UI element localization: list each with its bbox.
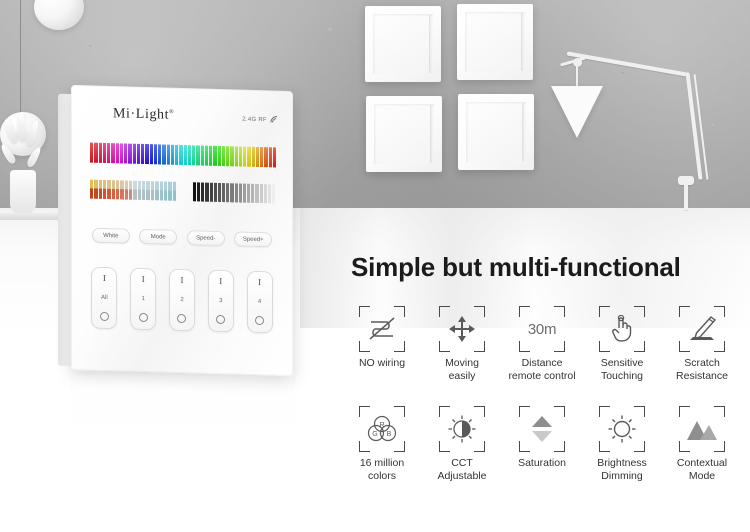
function-button-label: Speed+ — [242, 236, 264, 243]
power-off-icon[interactable] — [99, 311, 109, 322]
cct-slider[interactable] — [90, 179, 176, 201]
brand-logo: Mi·Light® — [113, 106, 174, 124]
feature-item: Moving easily — [422, 306, 502, 382]
saturation-triangles-icon — [525, 412, 559, 446]
zone-button-1[interactable]: I1 — [130, 267, 157, 331]
feature-label: 16 million colors — [359, 457, 405, 482]
power-on-icon[interactable]: I — [219, 276, 222, 286]
function-button-speed[interactable]: Speed- — [186, 230, 225, 247]
distance-30m-icon: 30m — [525, 312, 559, 346]
feature-label: Moving easily — [445, 357, 479, 382]
power-off-icon[interactable] — [255, 315, 265, 326]
vase — [10, 170, 36, 214]
brand-logo-text: Mi·Light — [113, 106, 170, 123]
zone-label: 4 — [257, 298, 262, 305]
brightness-sun-icon — [605, 412, 639, 446]
function-button-label: White — [103, 232, 119, 239]
rf-label: 2.4G RF — [242, 116, 268, 124]
feature-item: Brightness Dimming — [582, 406, 662, 482]
icon-frame — [679, 406, 725, 452]
icon-frame — [359, 306, 405, 352]
side-table — [0, 213, 62, 220]
feature-label: NO wiring — [358, 357, 406, 369]
function-button-white[interactable]: White — [91, 227, 130, 244]
rgb-venn-icon: RG B — [365, 412, 399, 446]
icon-frame — [599, 306, 645, 352]
svg-text:G: G — [372, 431, 377, 438]
feature-item: CCT Adjustable — [422, 406, 502, 482]
zone-label: 3 — [219, 297, 223, 304]
wall-art-panel — [458, 94, 534, 170]
feature-item: NO wiring — [342, 306, 422, 382]
feature-label: Scratch Resistance — [676, 357, 728, 382]
floor-lamp-stem — [576, 66, 578, 88]
no-wiring-icon — [365, 312, 399, 346]
pencil-scratch-icon — [685, 312, 719, 346]
wall-art-panel — [457, 4, 533, 80]
panel-face: Mi·Light® 2.4G RF White Mode Speed- Speed+ … — [71, 84, 293, 377]
mountains-icon — [685, 412, 719, 446]
feature-item: Scratch Resistance — [662, 306, 742, 382]
feature-label: Brightness Dimming — [597, 457, 647, 482]
feature-item: 30m Distance remote control — [502, 306, 582, 382]
icon-frame — [599, 406, 645, 452]
cct-sun-icon — [445, 412, 479, 446]
feature-label: Saturation — [518, 457, 566, 469]
wall-art-panel — [366, 96, 442, 172]
feature-label: Contextual Mode — [676, 457, 728, 482]
function-button-label: Speed- — [196, 234, 216, 242]
power-on-icon[interactable]: I — [180, 275, 183, 285]
feature-row-1: NO wiring Moving easily 30m Distance remote… — [342, 306, 746, 382]
led-control-panel: Mi·Light® 2.4G RF White Mode Speed- Speed+ … — [58, 84, 306, 377]
svg-text:R: R — [379, 422, 384, 429]
feature-row-2: R G B 16 million colors CCT Adjustable Satura… — [342, 406, 746, 482]
zone-button-3[interactable]: I3 — [207, 269, 234, 333]
function-button-speed[interactable]: Speed+ — [234, 231, 273, 248]
trademark-symbol: ® — [169, 109, 175, 116]
icon-frame — [519, 406, 565, 452]
power-off-icon[interactable] — [138, 312, 148, 323]
feature-label: Sensitive Touching — [600, 357, 644, 382]
power-on-icon[interactable]: I — [258, 277, 261, 287]
icon-frame — [439, 406, 485, 452]
power-off-icon[interactable] — [216, 314, 226, 325]
icon-frame: 30m — [519, 306, 565, 352]
zone-button-2[interactable]: I2 — [168, 268, 195, 332]
zone-label: All — [101, 294, 108, 301]
zone-label: 1 — [141, 295, 145, 302]
distance-value: 30m — [527, 320, 557, 338]
product-marketing-image: Mi·Light® 2.4G RF White Mode Speed- Speed+ … — [0, 0, 750, 532]
svg-text:B: B — [387, 431, 392, 438]
icon-frame — [679, 306, 725, 352]
zone-label: 2 — [180, 296, 184, 303]
power-on-icon[interactable]: I — [103, 273, 106, 283]
feature-label: Distance remote control — [508, 357, 576, 382]
wall-art-panel — [365, 6, 441, 82]
move-arrows-icon — [445, 312, 479, 346]
power-on-icon[interactable]: I — [142, 274, 145, 284]
function-button-row: White Mode Speed- Speed+ — [71, 227, 293, 248]
feature-label: CCT Adjustable — [437, 457, 487, 482]
floor-lamp-stem — [684, 184, 688, 210]
zone-button-row: I All I 1 I 2 I 3 I 4 — [71, 266, 293, 334]
icon-frame — [439, 306, 485, 352]
icon-frame: RG B — [359, 406, 405, 452]
rgb-color-slider[interactable] — [90, 142, 276, 168]
function-button-label: Mode — [150, 233, 166, 241]
feature-item: R G B 16 million colors — [342, 406, 422, 482]
pendant-lamp-cord — [20, 0, 21, 118]
touch-hand-icon — [605, 312, 639, 346]
page-title: Simple but multi-functional — [351, 252, 681, 282]
wifi-signal-icon — [270, 115, 279, 125]
function-button-mode[interactable]: Mode — [139, 228, 178, 245]
power-off-icon[interactable] — [177, 313, 187, 324]
feature-item: Contextual Mode — [662, 406, 742, 482]
feature-item: Saturation — [502, 406, 582, 482]
zone-button-all[interactable]: I All — [91, 266, 118, 330]
floor-lamp-shade — [551, 86, 603, 138]
feature-item: Sensitive Touching — [582, 306, 662, 382]
zone-button-4[interactable]: I4 — [246, 270, 273, 334]
rf-badge: 2.4G RF — [242, 115, 279, 126]
brightness-slider[interactable] — [193, 182, 276, 204]
